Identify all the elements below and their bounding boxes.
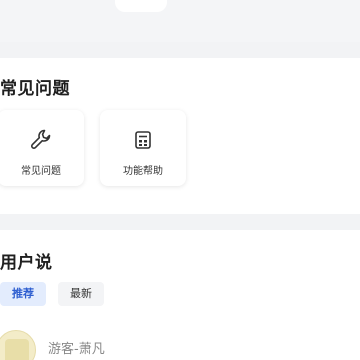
faq-card-label: 常见问题 [21, 166, 61, 177]
help-card-label: 功能帮助 [123, 166, 163, 177]
top-panel [0, 0, 360, 42]
comment-item[interactable]: 游客-萧凡 [0, 328, 360, 360]
comment-username: 游客-萧凡 [48, 342, 105, 357]
help-card[interactable]: 功能帮助 [100, 110, 186, 186]
avatar-image [5, 339, 29, 360]
page: 常见问题 常见问题 功能帮助 用户说 推荐 最新 游客-萧凡 [0, 0, 360, 360]
avatar [0, 330, 36, 360]
user-section-title: 用户说 [0, 253, 53, 273]
user-section: 用户说 推荐 最新 游客-萧凡 [0, 230, 360, 360]
top-tab-remnant [115, 0, 167, 12]
faq-section-title: 常见问题 [0, 79, 70, 99]
faq-card[interactable]: 常见问题 [0, 110, 84, 186]
tab-latest[interactable]: 最新 [58, 282, 104, 306]
wrench-icon [31, 129, 51, 149]
tab-recommend[interactable]: 推荐 [0, 282, 46, 306]
faq-section: 常见问题 常见问题 功能帮助 [0, 58, 360, 214]
calculator-icon [135, 131, 151, 149]
